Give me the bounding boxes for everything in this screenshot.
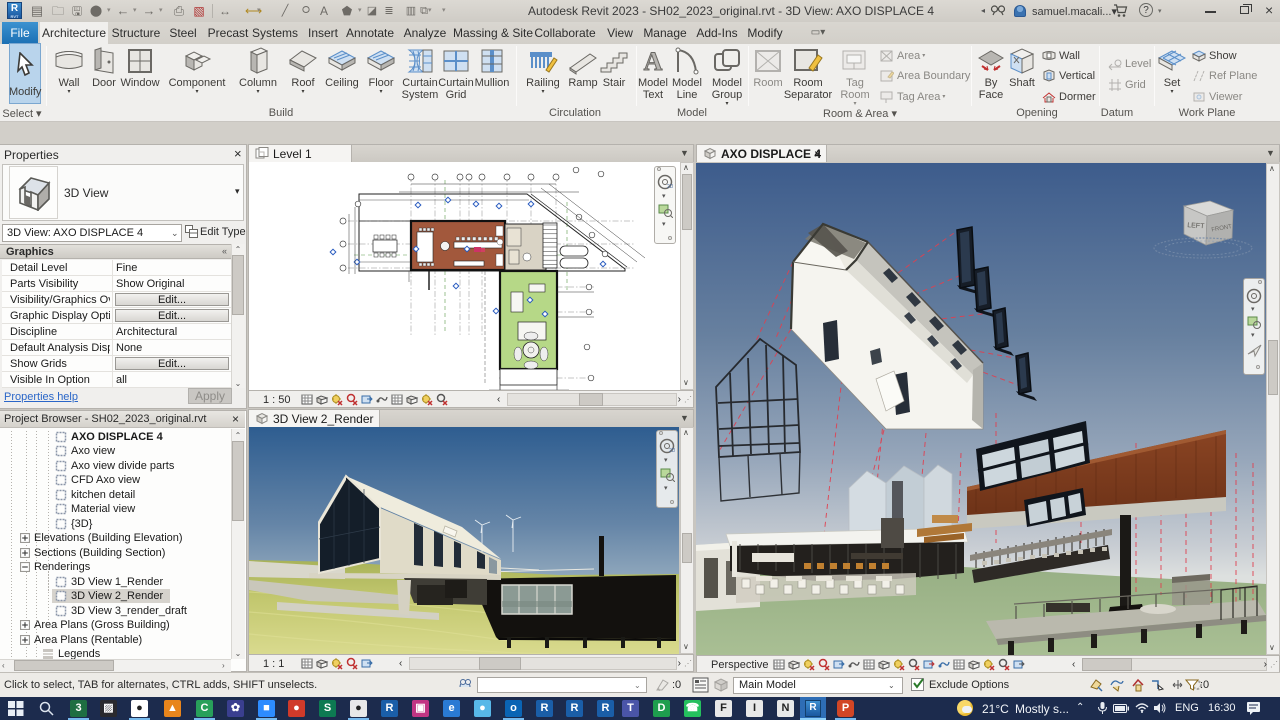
- svg-text:2D: 2D: [667, 184, 673, 190]
- svg-text:A: A: [644, 47, 663, 76]
- svg-text:2D: 2D: [669, 448, 675, 454]
- svg-text:LEFT: LEFT: [1187, 222, 1205, 230]
